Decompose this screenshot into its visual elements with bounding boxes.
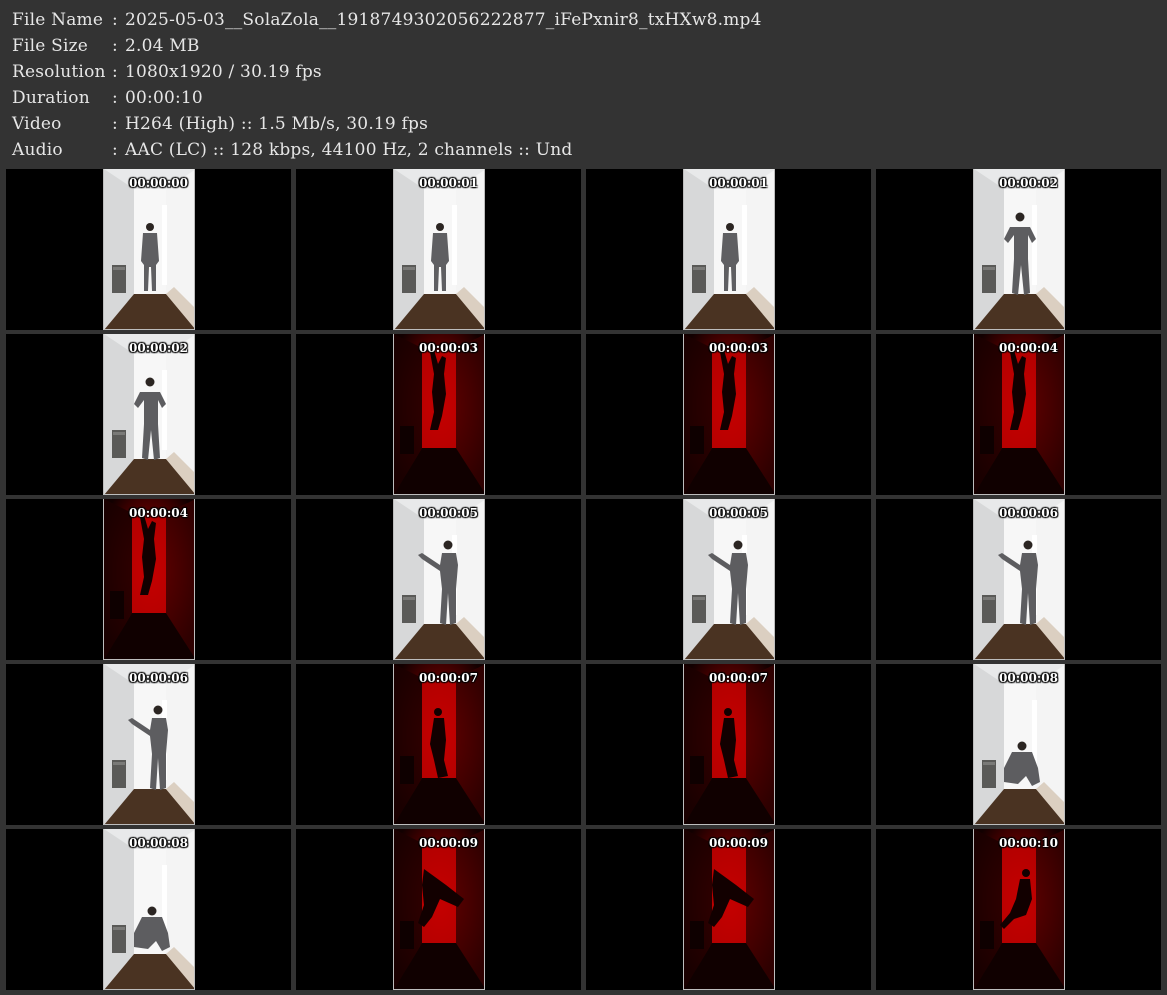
thumbnail-frame: 00:00:08: [103, 829, 195, 990]
thumbnail-timestamp: 00:00:05: [419, 506, 478, 520]
thumbnail-timestamp: 00:00:05: [709, 506, 768, 520]
thumbnail-cell: 00:00:08: [876, 664, 1161, 825]
thumbnail-cell: 00:00:06: [6, 664, 291, 825]
thumbnail-timestamp: 00:00:08: [999, 671, 1058, 685]
info-row-file-size: File Size:2.04 MB: [12, 33, 200, 59]
thumbnail-frame: 00:00:00: [103, 169, 195, 330]
separator: :: [112, 88, 118, 108]
info-row-video: Video: H264 (High) :: 1.5 Mb/s, 30.19 fps: [12, 111, 428, 137]
thumbnail-timestamp: 00:00:02: [999, 176, 1058, 190]
thumbnail-cell: 00:00:05: [296, 499, 581, 660]
thumbnail-timestamp: 00:00:01: [709, 176, 768, 190]
thumbnail-frame: 00:00:01: [683, 169, 775, 330]
metadata-header: File Name:2025-05-03__SolaZola__19187493…: [0, 0, 1167, 168]
thumbnail-cell: 00:00:02: [6, 334, 291, 495]
separator: :: [112, 36, 118, 56]
thumbnail-frame: 00:00:06: [973, 499, 1065, 660]
thumbnail-timestamp: 00:00:07: [709, 671, 768, 685]
info-row-resolution: Resolution:1080x1920 / 30.19 fps: [12, 59, 322, 85]
thumbnail-timestamp: 00:00:04: [129, 506, 188, 520]
thumbnail-cell: 00:00:01: [586, 169, 871, 330]
file-size-label: File Size: [12, 36, 89, 56]
thumbnail-timestamp: 00:00:09: [709, 836, 768, 850]
thumbnail-frame: 00:00:03: [393, 334, 485, 495]
thumbnail-timestamp: 00:00:06: [999, 506, 1058, 520]
audio-value: AAC (LC) :: 128 kbps, 44100 Hz, 2 channe…: [125, 140, 573, 160]
file-size-value: 2.04 MB: [125, 36, 200, 56]
thumbnail-frame: 00:00:01: [393, 169, 485, 330]
thumbnail-timestamp: 00:00:03: [709, 341, 768, 355]
resolution-label: Resolution: [12, 62, 106, 82]
thumbnail-frame: 00:00:05: [393, 499, 485, 660]
thumbnail-timestamp: 00:00:08: [129, 836, 188, 850]
thumbnail-frame: 00:00:05: [683, 499, 775, 660]
info-row-audio: Audio: AAC (LC) :: 128 kbps, 44100 Hz, 2 …: [12, 137, 572, 163]
file-name-label: File Name: [12, 10, 104, 30]
thumbnail-cell: 00:00:07: [586, 664, 871, 825]
thumbnail-timestamp: 00:00:02: [129, 341, 188, 355]
resolution-value: 1080x1920 / 30.19 fps: [125, 62, 322, 82]
duration-label: Duration: [12, 88, 90, 108]
thumbnail-cell: 00:00:06: [876, 499, 1161, 660]
separator: :: [112, 10, 118, 30]
thumbnail-cell: 00:00:04: [6, 499, 291, 660]
thumbnail-frame: 00:00:07: [683, 664, 775, 825]
thumbnail-frame: 00:00:06: [103, 664, 195, 825]
thumbnail-cell: 00:00:09: [296, 829, 581, 990]
info-row-file-name: File Name:2025-05-03__SolaZola__19187493…: [12, 7, 762, 33]
separator: :: [112, 114, 118, 134]
thumbnail-frame: 00:00:09: [393, 829, 485, 990]
duration-value: 00:00:10: [125, 88, 203, 108]
thumbnail-cell: 00:00:01: [296, 169, 581, 330]
thumbnail-timestamp: 00:00:01: [419, 176, 478, 190]
thumbnail-frame: 00:00:10: [973, 829, 1065, 990]
thumbnail-frame: 00:00:02: [103, 334, 195, 495]
audio-label: Audio: [12, 140, 63, 160]
file-name-value: 2025-05-03__SolaZola__191874930205622287…: [125, 10, 762, 30]
thumbnail-grid: 00:00:00 00:00:01 00:00:01 00:00:02 00:00:02…: [6, 169, 1162, 991]
thumbnail-frame: 00:00:03: [683, 334, 775, 495]
thumbnail-timestamp: 00:00:07: [419, 671, 478, 685]
thumbnail-cell: 00:00:04: [876, 334, 1161, 495]
thumbnail-frame: 00:00:02: [973, 169, 1065, 330]
thumbnail-frame: 00:00:08: [973, 664, 1065, 825]
thumbnail-frame: 00:00:09: [683, 829, 775, 990]
thumbnail-frame: 00:00:07: [393, 664, 485, 825]
thumbnail-cell: 00:00:05: [586, 499, 871, 660]
thumbnail-frame: 00:00:04: [103, 499, 195, 660]
thumbnail-cell: 00:00:09: [586, 829, 871, 990]
thumbnail-cell: 00:00:03: [296, 334, 581, 495]
thumbnail-timestamp: 00:00:00: [129, 176, 188, 190]
thumbnail-cell: 00:00:02: [876, 169, 1161, 330]
thumbnail-cell: 00:00:00: [6, 169, 291, 330]
separator: :: [112, 140, 118, 160]
thumbnail-timestamp: 00:00:03: [419, 341, 478, 355]
thumbnail-timestamp: 00:00:04: [999, 341, 1058, 355]
thumbnail-frame: 00:00:04: [973, 334, 1065, 495]
thumbnail-cell: 00:00:08: [6, 829, 291, 990]
info-row-duration: Duration:00:00:10: [12, 85, 203, 111]
thumbnail-cell: 00:00:03: [586, 334, 871, 495]
video-value: H264 (High) :: 1.5 Mb/s, 30.19 fps: [125, 114, 429, 134]
thumbnail-cell: 00:00:10: [876, 829, 1161, 990]
thumbnail-timestamp: 00:00:09: [419, 836, 478, 850]
video-label: Video: [12, 114, 62, 134]
separator: :: [112, 62, 118, 82]
thumbnail-cell: 00:00:07: [296, 664, 581, 825]
thumbnail-timestamp: 00:00:06: [129, 671, 188, 685]
thumbnail-timestamp: 00:00:10: [999, 836, 1058, 850]
